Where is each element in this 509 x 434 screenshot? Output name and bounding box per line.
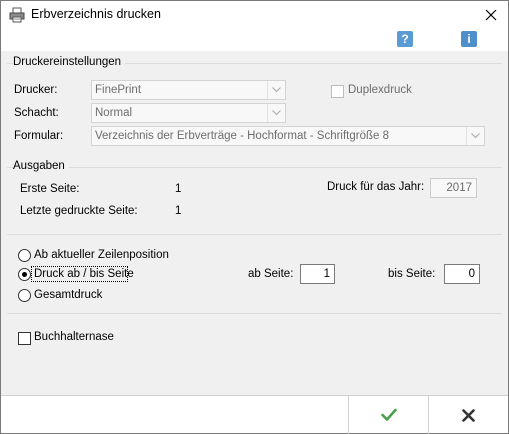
radio-selected-dot <box>22 272 27 277</box>
formular-value: Verzeichnis der Erbverträge - Hochformat… <box>95 130 390 142</box>
radio-zeilenposition[interactable] <box>18 249 31 262</box>
section-divider <box>7 313 502 314</box>
button-bar <box>1 395 508 434</box>
bis-seite-input[interactable]: 0 <box>444 264 480 284</box>
radio-gesamtdruck-label: Gesamtdruck <box>34 289 103 301</box>
drucker-select[interactable]: FinePrint <box>91 80 286 100</box>
radio-zeilenposition-label: Ab aktueller Zeilenposition <box>34 249 169 261</box>
ab-seite-label: ab Seite: <box>248 268 294 280</box>
bis-seite-value: 0 <box>468 268 475 280</box>
duplexdruck-label: Duplexdruck <box>348 84 412 96</box>
bis-seite-label: bis Seite: <box>388 268 436 280</box>
schacht-select[interactable]: Normal <box>91 103 286 123</box>
cancel-button[interactable] <box>428 396 508 434</box>
print-dialog: Erbverzeichnis drucken ? i Druckereinste… <box>0 0 509 434</box>
checkmark-icon <box>380 408 397 421</box>
close-button[interactable] <box>474 1 508 29</box>
drucker-label: Drucker: <box>14 84 58 96</box>
jahr-input[interactable]: 2017 <box>430 178 477 198</box>
dialog-body: Druckereinstellungen Drucker: FinePrint … <box>1 51 508 395</box>
letzte-seite-value: 1 <box>175 205 182 217</box>
group-divider <box>7 167 502 168</box>
title-bar: Erbverzeichnis drucken <box>1 1 508 29</box>
buchhalternase-label: Buchhalternase <box>34 331 114 343</box>
drucker-value: FinePrint <box>95 84 142 96</box>
formular-select[interactable]: Verzeichnis der Erbverträge - Hochformat… <box>91 126 485 146</box>
radio-druck-seite-label: Druck ab / bis Seite <box>34 268 134 280</box>
cross-icon <box>462 408 475 422</box>
help-icon[interactable]: ? <box>397 31 413 47</box>
schacht-value: Normal <box>95 107 133 119</box>
chevron-down-icon <box>267 81 285 99</box>
duplexdruck-checkbox[interactable] <box>331 85 344 98</box>
close-icon <box>485 9 497 21</box>
jahr-label: Druck für das Jahr: <box>327 181 425 193</box>
ab-seite-input[interactable]: 1 <box>300 264 335 284</box>
buchhalternase-checkbox[interactable] <box>18 332 31 345</box>
window-title: Erbverzeichnis drucken <box>31 7 161 21</box>
chevron-down-icon <box>466 127 484 145</box>
ab-seite-value: 1 <box>323 268 330 280</box>
erste-seite-value: 1 <box>175 183 182 195</box>
letzte-seite-label: Letzte gedruckte Seite: <box>20 205 138 217</box>
ok-button[interactable] <box>348 396 428 434</box>
formular-label: Formular: <box>14 130 64 142</box>
printer-icon <box>9 7 25 23</box>
erste-seite-label: Erste Seite: <box>20 183 80 195</box>
radio-gesamtdruck[interactable] <box>18 289 31 302</box>
group-druckereinstellungen-label: Druckereinstellungen <box>13 56 126 68</box>
schacht-label: Schacht: <box>14 107 59 119</box>
chevron-down-icon <box>267 104 285 122</box>
section-divider <box>7 234 502 235</box>
jahr-value: 2017 <box>446 182 472 194</box>
group-ausgaben-label: Ausgaben <box>13 160 69 172</box>
radio-druck-seite[interactable] <box>18 268 31 281</box>
info-icon[interactable]: i <box>461 31 477 47</box>
